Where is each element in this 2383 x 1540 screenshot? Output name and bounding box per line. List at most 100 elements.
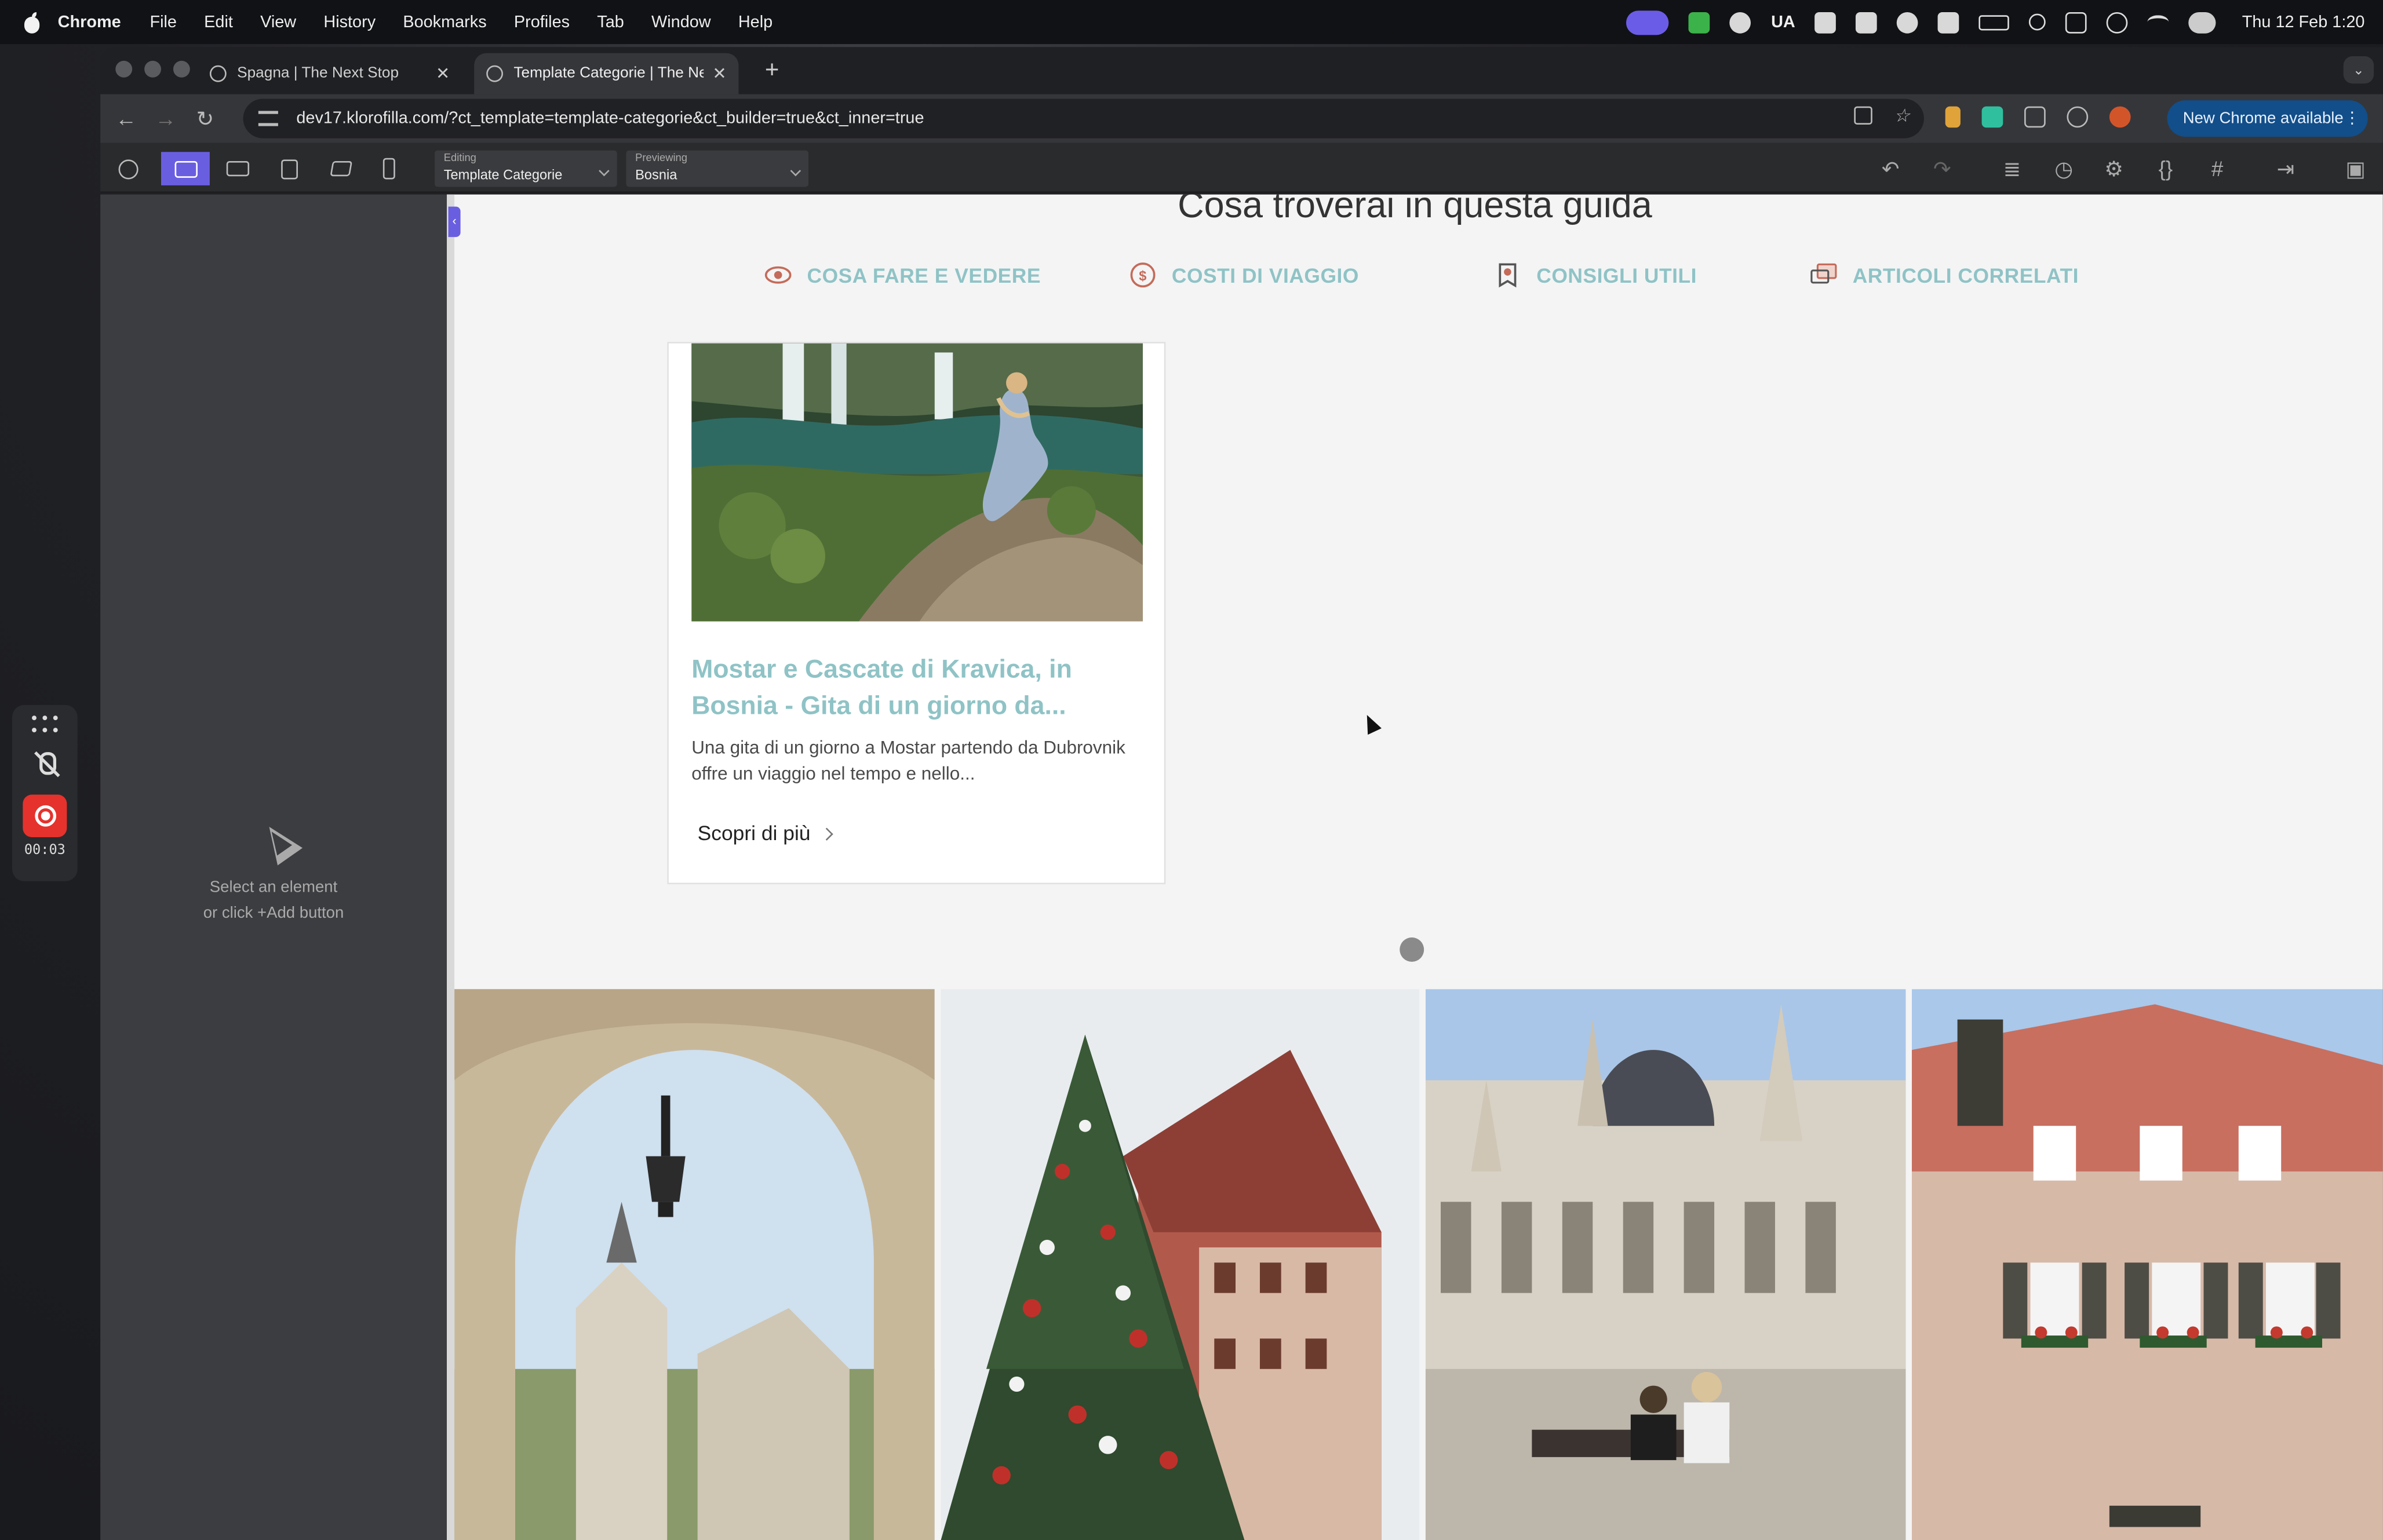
menu-app-name[interactable]: Chrome: [58, 13, 121, 31]
minimize-window-button[interactable]: [144, 60, 161, 78]
tablet-view-icon[interactable]: [264, 152, 313, 185]
status-tray: UA Thu 12 Feb 1:20: [1626, 0, 2365, 44]
structure-icon[interactable]: ≣: [2000, 156, 2024, 181]
control-center-icon[interactable]: [2188, 11, 2217, 33]
code-braces-icon[interactable]: {}: [2154, 156, 2178, 181]
editing-label: Editing: [443, 153, 476, 165]
puzzle-icon[interactable]: [2024, 106, 2046, 128]
close-window-button[interactable]: [115, 60, 133, 78]
tab-search-button[interactable]: ⌄: [2343, 56, 2374, 84]
menu-profiles[interactable]: Profiles: [514, 13, 570, 31]
new-tab-button[interactable]: +: [757, 53, 787, 90]
back-icon[interactable]: ←: [110, 107, 143, 131]
site-settings-icon[interactable]: [258, 111, 278, 126]
gallery-photo-colmar-house[interactable]: [1911, 989, 2383, 1540]
menubar-clock[interactable]: Thu 12 Feb 1:20: [2242, 13, 2365, 31]
menu-bookmarks[interactable]: Bookmarks: [403, 13, 486, 31]
sync-icon[interactable]: [1730, 11, 1751, 33]
builder-toolbar: Editing Template Categorie Previewing Bo…: [100, 143, 2383, 194]
previewing-select[interactable]: Previewing Bosnia: [626, 150, 809, 187]
gallery-photo-budapest-parliament[interactable]: [1425, 989, 1906, 1540]
eye-icon: [764, 266, 792, 284]
tablet-landscape-view-icon[interactable]: [316, 152, 365, 185]
exit-builder-icon[interactable]: ⇥: [2273, 156, 2298, 181]
close-tab-icon[interactable]: ✕: [436, 64, 450, 83]
add-element-icon[interactable]: [103, 152, 152, 185]
cloud-icon[interactable]: [1897, 11, 1919, 33]
menu-file[interactable]: File: [150, 13, 177, 31]
menu-view[interactable]: View: [260, 13, 296, 31]
menu-edit[interactable]: Edit: [204, 13, 233, 31]
microphone-muted-icon[interactable]: [30, 749, 60, 783]
save-icon[interactable]: ▣: [2344, 156, 2368, 181]
record-icon: [34, 805, 56, 827]
stop-recording-button[interactable]: [23, 794, 67, 837]
mobile-view-icon[interactable]: [365, 152, 413, 185]
drag-handle-icon[interactable]: [31, 716, 59, 733]
green-extension-icon[interactable]: [1981, 106, 2003, 128]
address-bar[interactable]: dev17.klorofilla.com/?ct_template=templa…: [243, 98, 1924, 138]
builder-left-panel: Select an element or click +Add button: [100, 194, 447, 1540]
builder-canvas[interactable]: ‹ Cosa troverai in questa guida COSA FAR…: [446, 194, 2383, 1540]
play-icon[interactable]: [2107, 11, 2129, 33]
read-more-label: Scopri di più: [697, 822, 811, 845]
desktop-view-icon[interactable]: [161, 152, 210, 185]
pen-extension-icon[interactable]: [1945, 106, 1961, 128]
menu-history[interactable]: History: [323, 13, 376, 31]
settings-gear-icon[interactable]: ⚙: [2102, 156, 2126, 181]
apple-icon[interactable]: [21, 11, 43, 33]
carousel-dot[interactable]: [1400, 937, 1424, 962]
wifi-icon[interactable]: [2148, 15, 2169, 29]
history-icon[interactable]: ◷: [2052, 156, 2076, 181]
translate-icon[interactable]: [1854, 106, 1872, 125]
url-text[interactable]: dev17.klorofilla.com/?ct_template=templa…: [296, 110, 924, 127]
tab-title: Template Categorie | The Next Stop: [513, 65, 703, 82]
article-card[interactable]: Mostar e Cascate di Kravica, in Bosnia -…: [667, 342, 1166, 885]
zoom-window-button[interactable]: [173, 60, 190, 78]
previewing-value: Bosnia: [635, 167, 677, 183]
photo-gallery: [454, 989, 2383, 1540]
redo-icon[interactable]: ↷: [1930, 156, 1954, 181]
keyboard-layout-indicator[interactable]: UA: [1771, 13, 1795, 31]
screen-mirror-icon[interactable]: [2065, 11, 2087, 33]
article-title[interactable]: Mostar e Cascate di Kravica, in Bosnia -…: [691, 652, 1132, 725]
browser-window: Spagna | The Next Stop ✕ Template Catego…: [100, 47, 2383, 1540]
s-app-icon[interactable]: [1814, 11, 1837, 33]
forward-icon[interactable]: →: [149, 107, 183, 131]
section-title: Cosa troverai in questa guida: [1178, 194, 1652, 227]
reload-icon[interactable]: ↻: [188, 105, 222, 132]
history-sync-icon[interactable]: [2067, 106, 2089, 128]
editing-template-select[interactable]: Editing Template Categorie: [435, 150, 617, 187]
grid-hash-icon[interactable]: #: [2205, 156, 2229, 181]
menu-help[interactable]: Help: [738, 13, 773, 31]
gallery-photo-budapest-bastion[interactable]: [454, 989, 935, 1540]
gallery-photo-christmas-tree[interactable]: [941, 989, 1420, 1540]
tab-spagna[interactable]: Spagna | The Next Stop ✕: [198, 53, 462, 94]
tab-template-categorie[interactable]: Template Categorie | The Next Stop ✕: [474, 53, 739, 94]
laptop-view-icon[interactable]: [213, 152, 261, 185]
new-chrome-available-button[interactable]: New Chrome available: [2167, 100, 2368, 137]
undo-icon[interactable]: ↶: [1878, 156, 1903, 181]
chat-icon: [1810, 263, 1837, 284]
profile-avatar[interactable]: [2109, 106, 2131, 128]
search-icon[interactable]: [2029, 13, 2046, 31]
nav-consigli-utili[interactable]: CONSIGLI UTILI: [1494, 261, 1697, 289]
macos-menubar: Chrome File Edit View History Bookmarks …: [0, 0, 2383, 45]
app-extension-icon[interactable]: [1689, 11, 1711, 33]
bookmark-star-icon[interactable]: ☆: [1894, 107, 1912, 125]
read-more-link[interactable]: Scopri di più: [697, 822, 834, 845]
nav-articoli-correlati[interactable]: ARTICOLI CORRELATI: [1810, 261, 2079, 289]
screen-share-icon[interactable]: [1626, 10, 1670, 35]
notion-icon[interactable]: [1938, 11, 1959, 33]
battery-icon[interactable]: [1979, 14, 2010, 30]
shield-icon[interactable]: [1856, 11, 1878, 33]
nav-cosa-fare-e-vedere[interactable]: COSA FARE E VEDERE: [764, 261, 1041, 289]
article-image-waterfall[interactable]: [691, 343, 1143, 622]
nav-costi-di-viaggio[interactable]: $ COSTI DI VIAGGIO: [1129, 261, 1359, 289]
extensions-area: [1945, 106, 2131, 128]
hint-line-2: or click +Add button: [203, 904, 344, 922]
menu-tab[interactable]: Tab: [597, 13, 624, 31]
close-tab-icon[interactable]: ✕: [712, 64, 726, 83]
article-excerpt: Una gita di un giorno a Mostar partendo …: [691, 736, 1125, 784]
menu-window[interactable]: Window: [651, 13, 711, 31]
